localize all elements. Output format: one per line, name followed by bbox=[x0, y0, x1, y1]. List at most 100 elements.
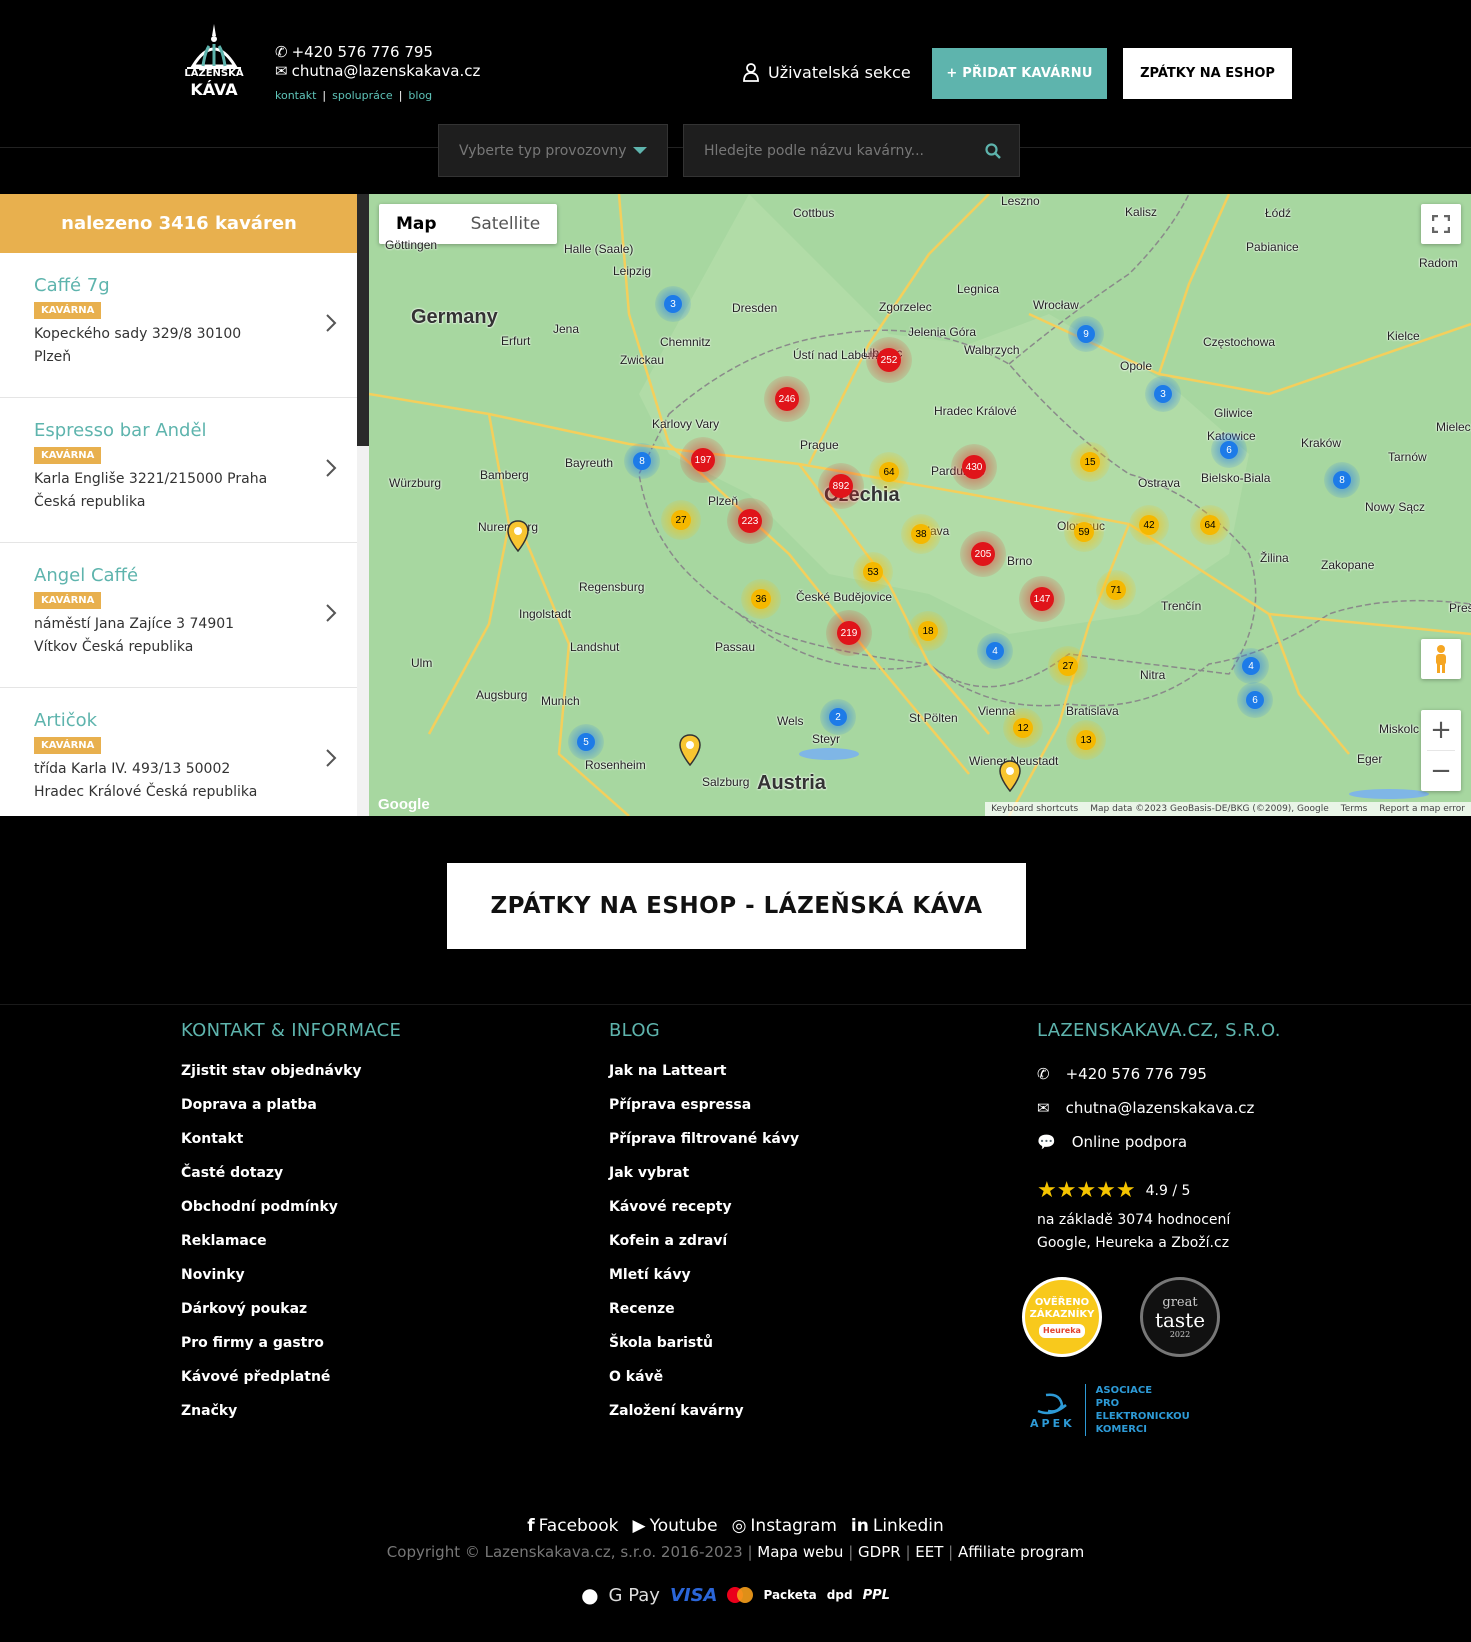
search-icon[interactable] bbox=[985, 143, 1001, 159]
map-pin-icon[interactable] bbox=[507, 520, 529, 552]
map-cluster-marker[interactable]: 6 bbox=[1211, 432, 1247, 468]
cafe-list-item[interactable]: Espresso bar Anděl KAVÁRNA Karla Engliše 3… bbox=[0, 398, 357, 543]
fullscreen-button[interactable] bbox=[1421, 204, 1461, 244]
link-blog[interactable]: blog bbox=[408, 86, 432, 105]
map-cluster-marker[interactable]: 59 bbox=[1064, 512, 1104, 552]
footer-support[interactable]: Online podpora bbox=[1072, 1133, 1187, 1151]
map-cluster-marker[interactable]: 892 bbox=[818, 463, 864, 509]
zoom-in-button[interactable]: + bbox=[1421, 710, 1461, 750]
footer-link[interactable]: Doprava a platba bbox=[181, 1097, 401, 1131]
footer-link[interactable]: Založení kavárny bbox=[609, 1403, 799, 1437]
footer-phone[interactable]: +420 576 776 795 bbox=[1066, 1065, 1207, 1083]
map-cluster-marker[interactable]: 3 bbox=[1145, 376, 1181, 412]
link-eet[interactable]: EET bbox=[915, 1543, 943, 1561]
footer-link[interactable]: Jak na Latteart bbox=[609, 1063, 799, 1097]
map-cluster-marker[interactable]: 246 bbox=[764, 376, 810, 422]
user-section-link[interactable]: Uživatelská sekce bbox=[742, 62, 911, 82]
heureka-badge[interactable]: OVĚŘENO ZÁKAZNÍKY Heureka bbox=[1022, 1277, 1102, 1357]
map-cluster-marker[interactable]: 6 bbox=[1237, 682, 1273, 718]
map-cluster-marker[interactable]: 38 bbox=[901, 514, 941, 554]
report-error-link[interactable]: Report a map error bbox=[1379, 804, 1465, 814]
zoom-out-button[interactable]: − bbox=[1421, 751, 1461, 791]
map-cluster-marker[interactable]: 71 bbox=[1096, 570, 1136, 610]
street-view-pegman[interactable] bbox=[1421, 639, 1461, 679]
social-linkedin[interactable]: in Linkedin bbox=[851, 1516, 944, 1536]
map-cluster-marker[interactable]: 8 bbox=[624, 443, 660, 479]
link-spoluprace[interactable]: spolupráce bbox=[332, 86, 393, 105]
link-kontakt[interactable]: kontakt bbox=[275, 86, 316, 105]
footer-link[interactable]: Recenze bbox=[609, 1301, 799, 1335]
map-cluster-marker[interactable]: 223 bbox=[727, 498, 773, 544]
cafe-name[interactable]: Caffé 7g bbox=[34, 275, 357, 296]
map-cluster-marker[interactable]: 3 bbox=[655, 286, 691, 322]
map-cluster-marker[interactable]: 147 bbox=[1019, 576, 1065, 622]
cafe-search-input[interactable]: Hledejte podle názvu kavárny... bbox=[683, 124, 1020, 177]
map-cluster-marker[interactable]: 205 bbox=[960, 531, 1006, 577]
social-youtube[interactable]: ▶ Youtube bbox=[632, 1516, 717, 1536]
map-cluster-marker[interactable]: 12 bbox=[1003, 708, 1043, 748]
footer-link[interactable]: O kávě bbox=[609, 1369, 799, 1403]
logo[interactable]: LÁZEŇSKÁ KÁVA bbox=[181, 22, 247, 102]
list-scrollbar[interactable] bbox=[357, 194, 369, 816]
footer-link[interactable]: Novinky bbox=[181, 1267, 401, 1301]
footer-link[interactable]: Mletí kávy bbox=[609, 1267, 799, 1301]
map-cluster-marker[interactable]: 15 bbox=[1070, 442, 1110, 482]
cafe-name[interactable]: Espresso bar Anděl bbox=[34, 420, 357, 441]
great-taste-badge[interactable]: great taste 2022 bbox=[1140, 1277, 1220, 1357]
footer-link[interactable]: Časté dotazy bbox=[181, 1165, 401, 1199]
map-type-satellite[interactable]: Satellite bbox=[454, 204, 558, 244]
footer-email[interactable]: chutna@lazenskakava.cz bbox=[1066, 1099, 1255, 1117]
map-cluster-marker[interactable]: 64 bbox=[869, 452, 909, 492]
scrollbar-thumb[interactable] bbox=[357, 194, 369, 446]
terms-link[interactable]: Terms bbox=[1341, 804, 1368, 814]
map-cluster-marker[interactable]: 27 bbox=[661, 500, 701, 540]
footer-link[interactable]: Škola baristů bbox=[609, 1335, 799, 1369]
footer-link[interactable]: Jak vybrat bbox=[609, 1165, 799, 1199]
footer-link[interactable]: Dárkový poukaz bbox=[181, 1301, 401, 1335]
social-instagram[interactable]: ◎ Instagram bbox=[732, 1516, 837, 1536]
footer-link[interactable]: Příprava filtrované kávy bbox=[609, 1131, 799, 1165]
cafe-list-item[interactable]: Caffé 7g KAVÁRNA Kopeckého sady 329/8 3010… bbox=[0, 253, 357, 398]
map-pin-icon[interactable] bbox=[999, 760, 1021, 792]
header-phone[interactable]: +420 576 776 795 bbox=[292, 43, 433, 62]
footer-link[interactable]: Kontakt bbox=[181, 1131, 401, 1165]
footer-link[interactable]: Příprava espressa bbox=[609, 1097, 799, 1131]
header-email[interactable]: chutna@lazenskakava.cz bbox=[292, 62, 481, 81]
chevron-right-icon[interactable] bbox=[325, 313, 337, 333]
chevron-right-icon[interactable] bbox=[325, 458, 337, 478]
map-cluster-marker[interactable]: 18 bbox=[908, 611, 948, 651]
back-to-eshop-button[interactable]: ZPÁTKY NA ESHOP bbox=[1123, 48, 1292, 99]
cafe-name[interactable]: Artičok bbox=[34, 710, 357, 731]
map-cluster-marker[interactable]: 197 bbox=[680, 437, 726, 483]
map-pin-icon[interactable] bbox=[679, 734, 701, 766]
cafe-name[interactable]: Angel Caffé bbox=[34, 565, 357, 586]
chevron-right-icon[interactable] bbox=[325, 603, 337, 623]
map-cluster-marker[interactable]: 9 bbox=[1068, 316, 1104, 352]
footer-link[interactable]: Kofein a zdraví bbox=[609, 1233, 799, 1267]
back-to-eshop-large-button[interactable]: ZPÁTKY NA ESHOP - LÁZEŇSKÁ KÁVA bbox=[447, 863, 1026, 949]
map-cluster-marker[interactable]: 219 bbox=[826, 610, 872, 656]
map-cluster-marker[interactable]: 53 bbox=[853, 552, 893, 592]
map-cluster-marker[interactable]: 252 bbox=[866, 337, 912, 383]
link-gdpr[interactable]: GDPR bbox=[858, 1543, 901, 1561]
footer-link[interactable]: Zjistit stav objednávky bbox=[181, 1063, 401, 1097]
cafe-list-item[interactable]: Artičok KAVÁRNA třída Karla IV. 493/13 500… bbox=[0, 688, 357, 816]
map-cluster-marker[interactable]: 5 bbox=[568, 724, 604, 760]
footer-link[interactable]: Obchodní podmínky bbox=[181, 1199, 401, 1233]
social-facebook[interactable]: f Facebook bbox=[527, 1516, 618, 1536]
map-cluster-marker[interactable]: 4 bbox=[1233, 648, 1269, 684]
footer-link[interactable]: Kávové recepty bbox=[609, 1199, 799, 1233]
link-sitemap[interactable]: Mapa webu bbox=[757, 1543, 843, 1561]
footer-link[interactable]: Pro firmy a gastro bbox=[181, 1335, 401, 1369]
map-cluster-marker[interactable]: 430 bbox=[951, 444, 997, 490]
map-cluster-marker[interactable]: 4 bbox=[977, 633, 1013, 669]
add-cafe-button[interactable]: + PŘIDAT KAVÁRNU bbox=[932, 48, 1107, 99]
map-cluster-marker[interactable]: 13 bbox=[1066, 720, 1106, 760]
map-cluster-marker[interactable]: 36 bbox=[741, 579, 781, 619]
map-cluster-marker[interactable]: 8 bbox=[1324, 462, 1360, 498]
cafe-map[interactable]: Map Satellite + − Google Keyboard shortc… bbox=[369, 194, 1471, 816]
footer-link[interactable]: Značky bbox=[181, 1403, 401, 1437]
map-cluster-marker[interactable]: 2 bbox=[820, 699, 856, 735]
map-cluster-marker[interactable]: 42 bbox=[1129, 505, 1169, 545]
chevron-right-icon[interactable] bbox=[325, 748, 337, 768]
